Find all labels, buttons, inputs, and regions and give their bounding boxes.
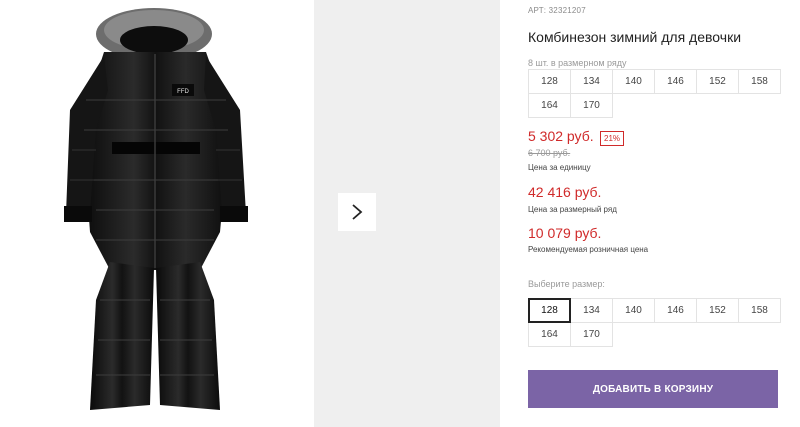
- product-title: Комбинезон зимний для девочки: [528, 29, 742, 45]
- size-range-cell: 140: [612, 69, 655, 94]
- old-price: 6 700 руб.: [528, 148, 571, 158]
- size-range-cell: 158: [738, 69, 781, 94]
- size-option-170[interactable]: 170: [570, 322, 613, 347]
- size-range-cell: 164: [528, 93, 571, 118]
- add-to-cart-button[interactable]: ДОБАВИТЬ В КОРЗИНУ: [528, 370, 778, 408]
- choose-size-label: Выберите размер:: [528, 279, 605, 289]
- retail-price-label: Рекомендуемая розничная цена: [528, 245, 649, 254]
- logo-text: FFD: [177, 89, 189, 95]
- size-range-cell: 170: [570, 93, 613, 118]
- product-image[interactable]: FFD: [0, 0, 312, 427]
- pack-note: 8 шт. в размерном ряду: [528, 58, 627, 68]
- unit-price: 5 302 руб.: [528, 128, 594, 144]
- size-range-cell: 146: [654, 69, 697, 94]
- size-option-134[interactable]: 134: [570, 298, 613, 323]
- size-range-cell: 128: [528, 69, 571, 94]
- size-option-146[interactable]: 146: [654, 298, 697, 323]
- discount-badge: 21%: [600, 131, 625, 146]
- article-number: АРТ: 32321207: [528, 6, 586, 15]
- pack-price-label: Цена за размерный ряд: [528, 205, 617, 214]
- pack-price: 42 416 руб.: [528, 184, 602, 200]
- size-option-152[interactable]: 152: [696, 298, 739, 323]
- product-info: АРТ: 32321207 Комбинезон зимний для дево…: [528, 0, 788, 427]
- unit-price-label: Цена за единицу: [528, 163, 591, 172]
- retail-price: 10 079 руб.: [528, 225, 602, 241]
- size-option-140[interactable]: 140: [612, 298, 655, 323]
- size-option-128[interactable]: 128: [528, 298, 571, 323]
- size-option-158[interactable]: 158: [738, 298, 781, 323]
- snowsuit-image: FFD: [64, 8, 248, 410]
- size-range-cell: 134: [570, 69, 613, 94]
- size-selector: 128 134 140 146 152 158 164 170: [528, 298, 781, 347]
- gallery-panel: [314, 0, 500, 427]
- chevron-right-icon: [352, 204, 363, 220]
- size-range-cell: 152: [696, 69, 739, 94]
- size-option-164[interactable]: 164: [528, 322, 571, 347]
- size-range-grid: 128 134 140 146 152 158 164 170: [528, 69, 781, 118]
- next-image-button[interactable]: [338, 193, 376, 231]
